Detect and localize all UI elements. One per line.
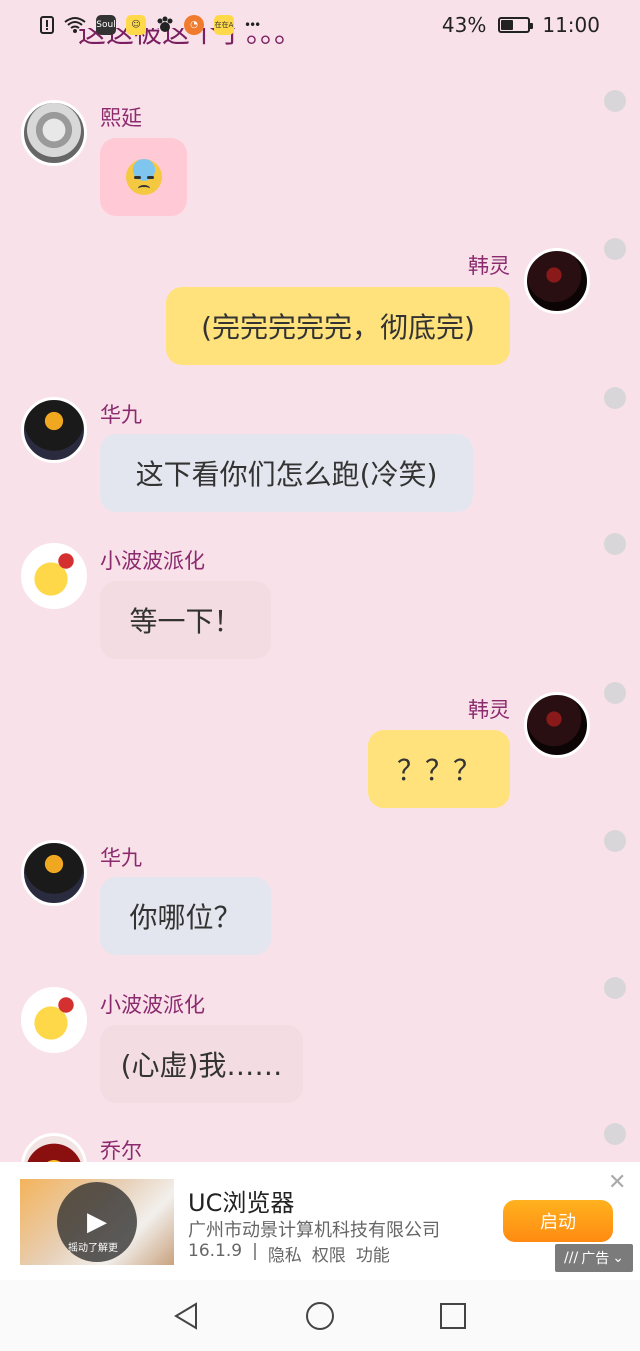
ad-title[interactable]: UC浏览器: [188, 1183, 294, 1218]
sender-name: 韩灵: [468, 254, 510, 278]
message-status-dot: [604, 238, 626, 260]
message-status-dot: [604, 977, 626, 999]
message-bubble[interactable]: (心虚)我……: [100, 1025, 303, 1103]
ad-company: 广州市动景计算机科技有限公司: [188, 1220, 440, 1241]
sender-name: 华九: [100, 846, 142, 870]
anxious-sweat-emoji-icon: [125, 159, 162, 195]
message-bubble[interactable]: [100, 138, 187, 216]
ad-logo-icon: ///: [564, 1250, 579, 1266]
sender-name: 乔尔: [100, 1139, 142, 1163]
message-bubble[interactable]: (完完完完完，彻底完): [166, 287, 510, 365]
message-status-dot: [604, 387, 626, 409]
message-status-dot: [604, 682, 626, 704]
battery-icon: [498, 17, 534, 33]
avatar[interactable]: [524, 248, 590, 314]
paw-app-icon: [156, 16, 174, 34]
ad-banner[interactable]: ▶ 摇动了解更 UC浏览器 广州市动景计算机科技有限公司 16.1.9 | 隐私…: [0, 1162, 640, 1280]
sender-name: 小波波派化: [100, 993, 205, 1017]
sender-name: 华九: [100, 403, 142, 427]
wifi-icon: [64, 16, 86, 34]
soul-app-icon: Soul: [96, 15, 116, 35]
avatar[interactable]: [21, 987, 87, 1053]
message-bubble[interactable]: 这下看你们怎么跑(冷笑): [100, 434, 473, 512]
ad-launch-button[interactable]: 启动: [503, 1200, 613, 1242]
status-icons-left: Soul ☺ ◔ 在在A •••: [40, 15, 261, 35]
back-icon[interactable]: [167, 1296, 207, 1336]
avatar[interactable]: [21, 543, 87, 609]
ad-video-thumbnail[interactable]: ▶ 摇动了解更: [20, 1179, 174, 1265]
message-bubble[interactable]: ？？？: [368, 730, 510, 808]
ad-badge[interactable]: /// 广告 ⌄: [555, 1244, 633, 1272]
alert-sim-icon: [40, 16, 54, 34]
message-status-dot: [604, 830, 626, 852]
sender-name: 韩灵: [468, 698, 510, 722]
ad-features-link[interactable]: 功能: [356, 1241, 390, 1266]
ad-badge-label: 广告: [581, 1251, 610, 1267]
more-notifications-icon: •••: [244, 18, 261, 32]
chevron-down-icon: ⌄: [612, 1250, 624, 1266]
emoji-app-icon: ☺: [126, 15, 146, 35]
status-bar: Soul ☺ ◔ 在在A ••• 43% 11:00: [0, 0, 640, 50]
zaizai-app-icon: 在在A: [214, 15, 234, 35]
avatar[interactable]: [524, 692, 590, 758]
ad-meta: 16.1.9 | 隐私 权限 功能: [188, 1241, 390, 1266]
ad-video-caption: 摇动了解更: [68, 1243, 118, 1254]
message-status-dot: [604, 533, 626, 555]
ad-meta-separator: |: [252, 1241, 258, 1261]
avatar[interactable]: [21, 100, 87, 166]
sender-name: 小波波派化: [100, 549, 205, 573]
message-status-dot: [604, 90, 626, 112]
home-icon[interactable]: [300, 1296, 340, 1336]
status-icons-right: 43% 11:00: [442, 13, 600, 37]
message-status-dot: [604, 1123, 626, 1145]
ad-privacy-link[interactable]: 隐私: [268, 1241, 302, 1266]
ad-permissions-link[interactable]: 权限: [312, 1241, 346, 1266]
sender-name: 熙延: [100, 106, 142, 130]
message-bubble[interactable]: 你哪位？: [100, 877, 271, 955]
ad-version: 16.1.9: [188, 1241, 243, 1261]
avatar[interactable]: [21, 840, 87, 906]
message-bubble[interactable]: 等一下！: [100, 581, 271, 659]
orange-app-icon: ◔: [184, 15, 204, 35]
recents-icon[interactable]: [433, 1296, 473, 1336]
navigation-bar: [0, 1280, 640, 1351]
clock: 11:00: [542, 13, 600, 37]
avatar[interactable]: [21, 397, 87, 463]
battery-percent: 43%: [441, 13, 487, 37]
close-icon[interactable]: ✕: [608, 1170, 626, 1195]
